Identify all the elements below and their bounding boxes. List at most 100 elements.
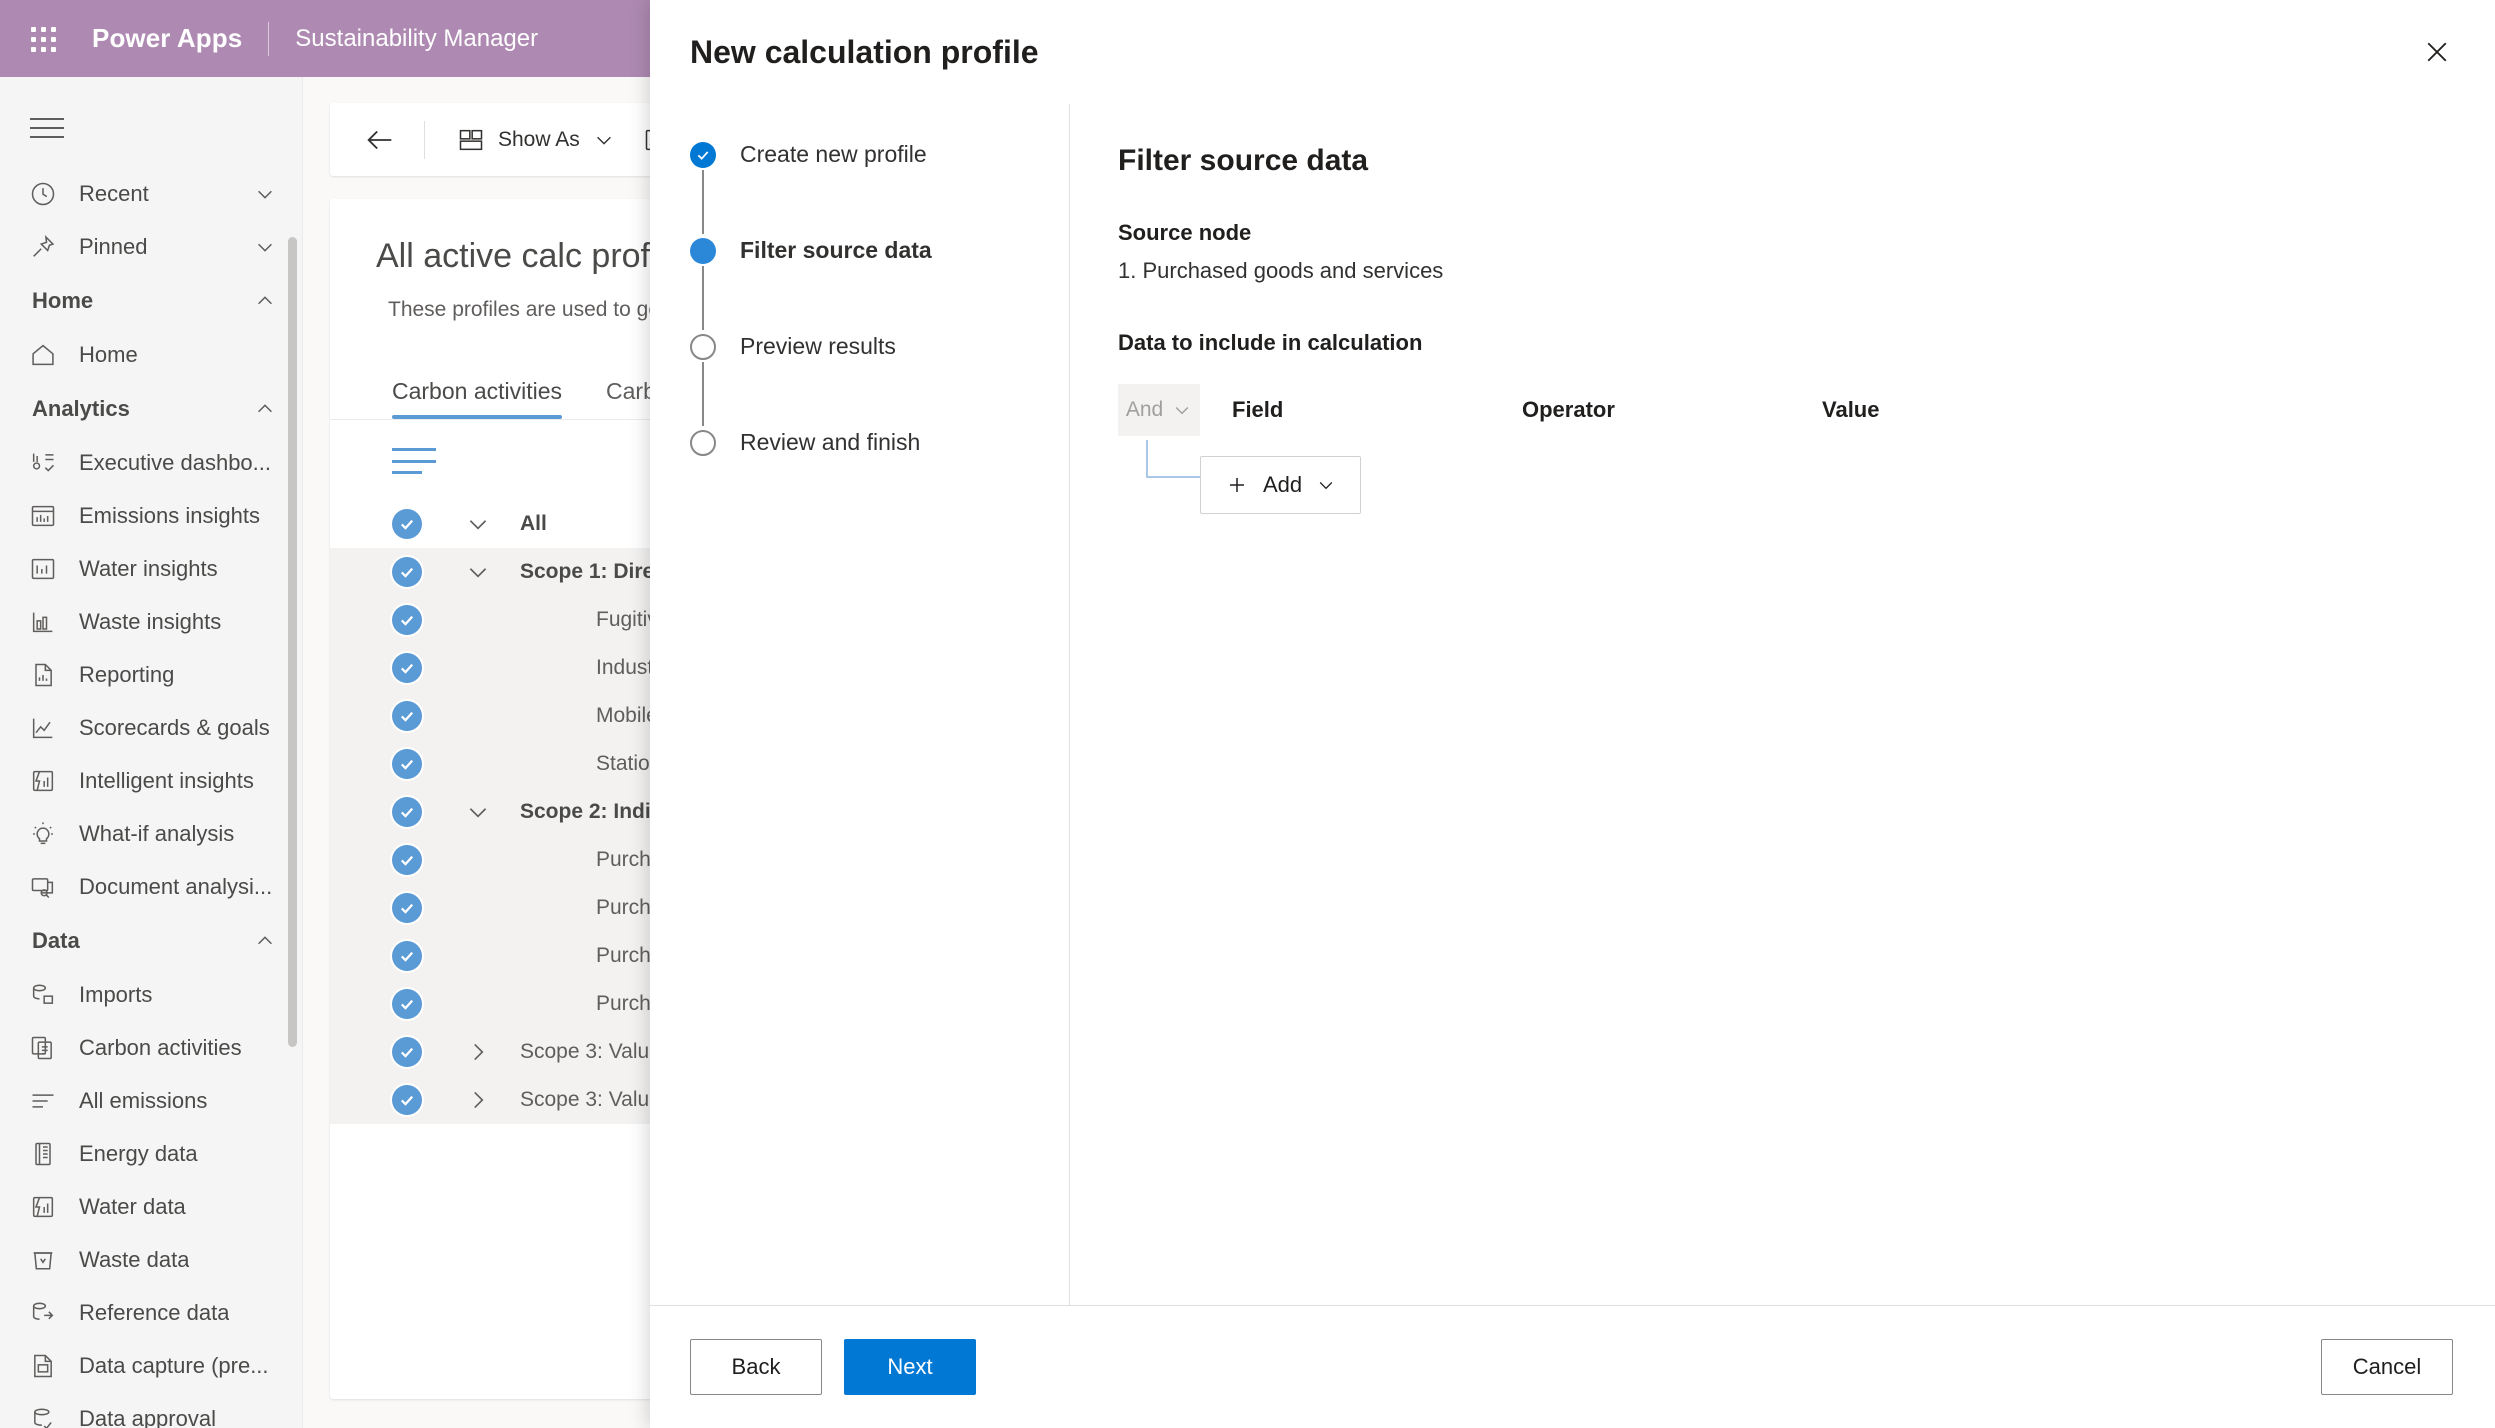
and-label: And <box>1125 398 1164 421</box>
document-search-icon <box>24 871 62 903</box>
chevron-right-icon[interactable] <box>458 1080 498 1120</box>
chevron-down-icon[interactable] <box>254 236 276 258</box>
wizard-step-create-new-profile[interactable]: Create new profile <box>690 140 1069 236</box>
sidebar-item-home[interactable]: Home <box>0 328 302 381</box>
pin-icon <box>24 231 62 263</box>
add-label: Add <box>1263 472 1303 497</box>
app-name-label[interactable]: Sustainability Manager <box>295 25 538 53</box>
checkmark-icon[interactable] <box>392 797 422 827</box>
add-button[interactable]: Add <box>1200 456 1362 514</box>
wizard-step-label: Preview results <box>740 333 896 359</box>
chevron-down-icon[interactable] <box>458 552 498 592</box>
home-icon <box>24 339 62 371</box>
executive-dashboard-icon <box>24 447 62 479</box>
checkmark-icon[interactable] <box>392 509 422 539</box>
sidebar-item-recent[interactable]: Recent <box>0 167 302 220</box>
wizard-step-review-and-finish[interactable]: Review and finish <box>690 428 1069 524</box>
checkmark-icon[interactable] <box>392 989 422 1019</box>
chevron-down-icon[interactable] <box>458 792 498 832</box>
sidebar-item-energy-data[interactable]: Energy data <box>0 1127 302 1180</box>
next-button[interactable]: Next <box>844 1339 976 1395</box>
sidebar-item-scorecards-goals[interactable]: Scorecards & goals <box>0 701 302 754</box>
brand-label[interactable]: Power Apps <box>92 23 242 54</box>
step-current-icon <box>690 238 716 264</box>
sidebar-scrollbar[interactable] <box>288 237 297 1047</box>
tree-row-label: Scope 3: Valu <box>520 1040 650 1063</box>
command-divider <box>424 120 425 159</box>
checkmark-icon[interactable] <box>392 701 422 731</box>
checkmark-icon[interactable] <box>392 1085 422 1115</box>
sidebar-item-label: Data approval <box>79 1405 216 1428</box>
checkmark-icon[interactable] <box>392 845 422 875</box>
wizard-step-label: Review and finish <box>740 429 921 455</box>
sidebar-item-reference-data[interactable]: Reference data <box>0 1286 302 1339</box>
sidebar-item-water-insights[interactable]: Water insights <box>0 542 302 595</box>
checkmark-icon[interactable] <box>392 893 422 923</box>
sidebar-item-waste-data[interactable]: Waste data <box>0 1233 302 1286</box>
line-chart-icon <box>24 712 62 744</box>
tree-row-label: Scope 3: Valu <box>520 1088 650 1111</box>
checkmark-icon[interactable] <box>392 749 422 779</box>
back-button[interactable]: Back <box>690 1339 822 1395</box>
report-document-icon <box>24 659 62 691</box>
sidebar-group-data[interactable]: Data <box>0 913 302 968</box>
sidebar-item-carbon-activities[interactable]: Carbon activities <box>0 1021 302 1074</box>
sidebar-item-label: Data capture (pre... <box>79 1352 269 1378</box>
chevron-up-icon[interactable] <box>254 930 276 952</box>
sidebar-group-home[interactable]: Home <box>0 273 302 328</box>
sidebar-item-label: Imports <box>79 981 153 1007</box>
water-chart-icon <box>24 553 62 585</box>
sidebar-item-reporting[interactable]: Reporting <box>0 648 302 701</box>
sidebar-item-emissions-insights[interactable]: Emissions insights <box>0 489 302 542</box>
step-pending-icon <box>690 334 716 360</box>
wizard-step-preview-results[interactable]: Preview results <box>690 332 1069 428</box>
waffle-icon[interactable] <box>20 16 66 62</box>
sidebar-item-intelligent-insights[interactable]: Intelligent insights <box>0 754 302 807</box>
sidebar-item-what-if-analysis[interactable]: What-if analysis <box>0 807 302 860</box>
sidebar-item-label: Emissions insights <box>79 502 260 528</box>
pane-heading: Filter source data <box>1118 144 1369 177</box>
sidebar-item-data-capture[interactable]: Data capture (pre... <box>0 1339 302 1392</box>
chevron-up-icon[interactable] <box>254 290 276 312</box>
chevron-down-icon[interactable] <box>254 183 276 205</box>
sidebar-item-imports[interactable]: Imports <box>0 968 302 1021</box>
sidebar-item-label: Energy data <box>79 1140 198 1166</box>
sidebar-group-analytics[interactable]: Analytics <box>0 381 302 436</box>
sidebar-item-water-data[interactable]: Water data <box>0 1180 302 1233</box>
column-header-field: Field <box>1232 397 1284 422</box>
column-header-value: Value <box>1822 397 1880 422</box>
list-view-icon[interactable] <box>392 448 436 474</box>
arrow-left-icon[interactable] <box>354 114 406 166</box>
sidebar-item-label: Document analysi... <box>79 873 273 899</box>
chevron-right-icon[interactable] <box>458 1032 498 1072</box>
step-connector <box>702 266 704 330</box>
checkmark-icon[interactable] <box>392 1037 422 1067</box>
and-operator-dropdown[interactable]: And <box>1118 384 1200 436</box>
checkmark-icon[interactable] <box>392 605 422 635</box>
close-icon[interactable] <box>2411 26 2463 78</box>
sidebar-item-label: Scorecards & goals <box>79 714 270 740</box>
sidebar-item-label: Waste insights <box>79 608 222 634</box>
column-header-operator: Operator <box>1522 397 1615 422</box>
wizard-step-label: Filter source data <box>740 237 932 263</box>
chevron-down-icon[interactable] <box>593 129 615 151</box>
checkmark-icon[interactable] <box>392 941 422 971</box>
wizard-step-filter-source-data[interactable]: Filter source data <box>690 236 1069 332</box>
tab-carbon-activities[interactable]: Carbon activities <box>392 378 563 419</box>
sidebar-item-document-analysis[interactable]: Document analysi... <box>0 860 302 913</box>
step-complete-icon <box>690 142 716 168</box>
show-as-button[interactable]: Show As <box>443 114 629 166</box>
chevron-down-icon[interactable] <box>458 504 498 544</box>
hamburger-icon[interactable] <box>20 97 82 159</box>
energy-icon <box>24 1138 62 1170</box>
chevron-up-icon[interactable] <box>254 398 276 420</box>
sidebar-item-data-approval[interactable]: Data approval <box>0 1392 302 1428</box>
sidebar-item-waste-insights[interactable]: Waste insights <box>0 595 302 648</box>
sidebar-item-pinned[interactable]: Pinned <box>0 220 302 273</box>
checkmark-icon[interactable] <box>392 557 422 587</box>
sidebar-item-label: Reporting <box>79 661 175 687</box>
sidebar-item-executive-dashboard[interactable]: Executive dashbo... <box>0 436 302 489</box>
cancel-button[interactable]: Cancel <box>2321 1339 2453 1395</box>
sidebar-item-all-emissions[interactable]: All emissions <box>0 1074 302 1127</box>
checkmark-icon[interactable] <box>392 653 422 683</box>
